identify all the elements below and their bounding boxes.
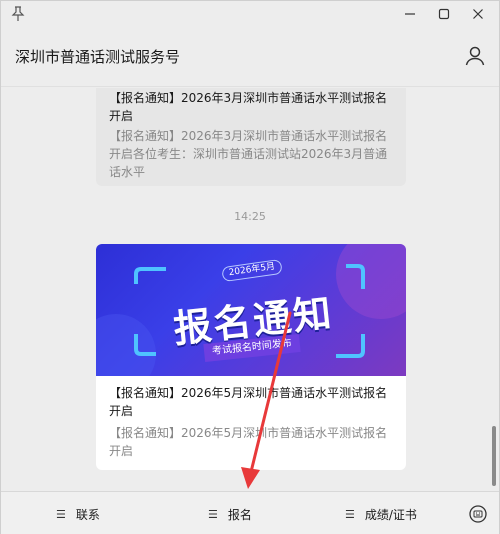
article-summary: 【报名通知】2026年3月深圳市普通话水平测试报名开启各位考生：深圳市普通话测试… — [109, 129, 388, 179]
close-icon[interactable] — [467, 5, 489, 23]
menu-score-certificate-button[interactable]: ☰ 成绩/证书 — [345, 492, 417, 534]
menu-list-icon: ☰ — [56, 507, 66, 521]
article-title: 【报名通知】2026年3月深圳市普通话水平测试报名开启 — [109, 91, 388, 123]
title-bar — [1, 1, 499, 29]
article-card[interactable]: 【报名通知】2026年3月深圳市普通话水平测试报名开启 【报名通知】2026年3… — [96, 88, 406, 186]
article-card[interactable]: 2026年5月 报名通知 考试报名时间发布 【报名通知】2026年5月深圳市普通… — [96, 244, 406, 470]
account-title: 深圳市普通话测试服务号 — [15, 48, 181, 66]
menu-register-button[interactable]: ☰ 报名 — [208, 492, 252, 534]
maximize-icon[interactable] — [433, 5, 455, 23]
app-window: 深圳市普通话测试服务号 【报名通知】2026年3月深圳市普通话水平测试报名开启 … — [0, 0, 500, 534]
message-timestamp: 14:25 — [234, 210, 266, 223]
menu-label: 报名 — [227, 507, 252, 522]
menu-label: 成绩/证书 — [364, 507, 417, 522]
menu-label: 联系 — [75, 507, 100, 522]
article-title: 【报名通知】2026年5月深圳市普通话水平测试报名开启 — [109, 386, 388, 418]
menu-contact-button[interactable]: ☰ 联系 — [56, 492, 100, 534]
scrollbar-thumb[interactable] — [492, 426, 496, 486]
chat-header: 深圳市普通话测试服务号 — [1, 29, 499, 87]
pin-icon[interactable] — [11, 6, 25, 22]
keyboard-toggle-icon[interactable] — [468, 504, 488, 524]
menu-list-icon: ☰ — [345, 507, 355, 521]
minimize-icon[interactable] — [399, 5, 421, 23]
bottom-menu-bar: ☰ 联系 ☰ 报名 ☰ 成绩/证书 — [1, 491, 499, 534]
article-banner-image: 2026年5月 报名通知 考试报名时间发布 — [96, 244, 406, 376]
article-summary: 【报名通知】2026年5月深圳市普通话水平测试报名开启 — [109, 426, 388, 458]
menu-list-icon: ☰ — [208, 507, 218, 521]
message-list[interactable]: 【报名通知】2026年3月深圳市普通话水平测试报名开启 【报名通知】2026年3… — [1, 88, 499, 491]
user-profile-icon[interactable] — [464, 45, 486, 67]
